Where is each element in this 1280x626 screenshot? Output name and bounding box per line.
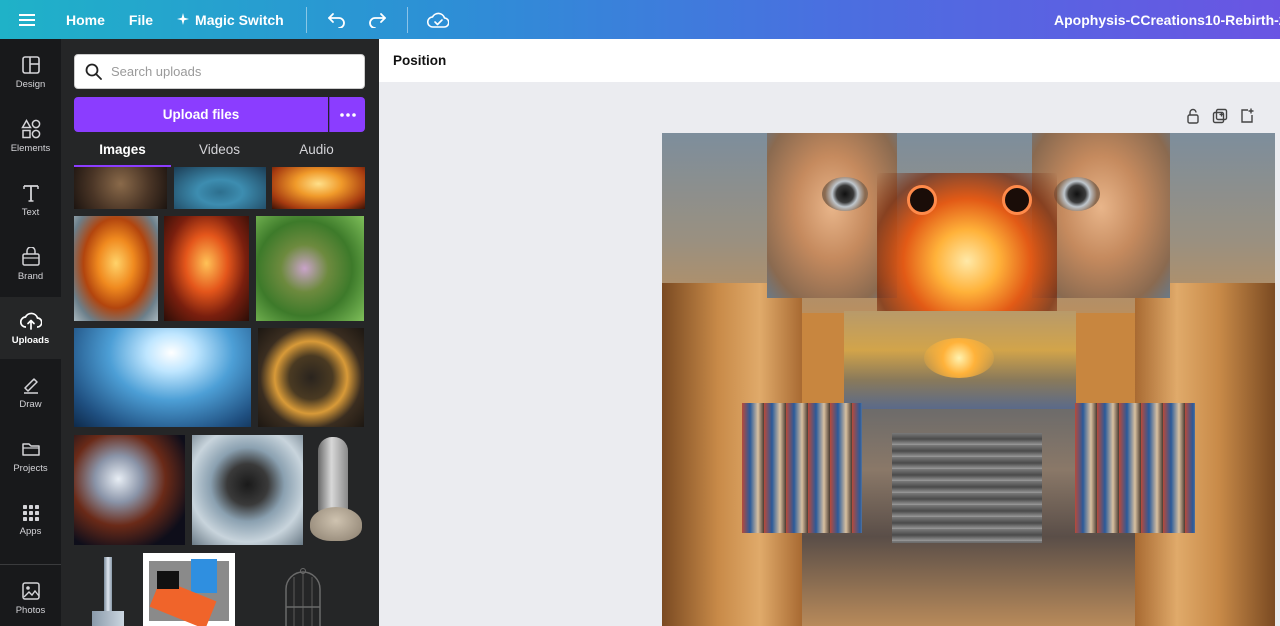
upload-thumbnail[interactable]	[74, 435, 185, 545]
home-button[interactable]: Home	[54, 0, 117, 39]
brand-icon	[21, 246, 40, 266]
text-icon	[22, 184, 39, 202]
search-input[interactable]	[111, 64, 351, 79]
collage-black	[157, 571, 179, 589]
divider	[406, 6, 408, 33]
upload-thumbnail[interactable]	[310, 435, 364, 545]
upload-thumbnail[interactable]	[74, 216, 158, 321]
file-menu-button[interactable]: File	[117, 0, 165, 39]
rail-item-draw[interactable]: Draw	[0, 361, 61, 423]
upload-files-button[interactable]: Upload files	[74, 97, 328, 132]
upload-thumbnail[interactable]	[276, 567, 330, 626]
art-flame-center	[924, 338, 994, 378]
cage-shape	[285, 568, 321, 626]
statue-base	[310, 507, 362, 541]
art-water-bands	[892, 433, 1042, 543]
media-tabs: Images Videos Audio	[74, 138, 365, 167]
more-options-icon[interactable]	[329, 97, 365, 132]
rail-item-photos[interactable]: Photos	[0, 567, 61, 626]
upload-thumbnail[interactable]	[74, 167, 167, 209]
rail-item-design[interactable]: Design	[0, 41, 61, 103]
rail-item-elements[interactable]: Elements	[0, 105, 61, 167]
rail-item-brand[interactable]: Brand	[0, 233, 61, 295]
art-figures-left	[742, 403, 862, 533]
art-figures-right	[1075, 403, 1195, 533]
tab-audio[interactable]: Audio	[268, 138, 365, 167]
upload-row: Upload files	[74, 97, 365, 132]
rail-label: Design	[15, 78, 46, 90]
upload-thumbnail[interactable]	[258, 328, 364, 427]
photo-icon	[21, 581, 40, 600]
magic-switch-button[interactable]: Magic Switch	[165, 0, 296, 39]
art-fire-ring-left	[907, 185, 937, 215]
search-box[interactable]	[74, 54, 365, 89]
folder-icon	[21, 442, 40, 456]
top-bar: Home File Magic Switch Apophysis-CCreati…	[0, 0, 1280, 39]
upload-thumbnail[interactable]	[192, 435, 303, 545]
rail-item-text[interactable]: Text	[0, 169, 61, 231]
redo-icon[interactable]	[357, 0, 397, 39]
tab-images[interactable]: Images	[74, 138, 171, 167]
statue-shape	[318, 437, 348, 515]
menu-icon[interactable]	[0, 0, 54, 39]
upload-thumbnail[interactable]	[174, 167, 266, 209]
context-toolbar: Position	[379, 39, 1280, 82]
cloud-upload-icon	[19, 312, 42, 330]
draw-icon	[23, 377, 38, 394]
rail-label: Draw	[19, 398, 42, 410]
position-button[interactable]: Position	[393, 53, 446, 68]
rail-divider	[0, 564, 61, 565]
lock-icon[interactable]	[1186, 108, 1200, 129]
duplicate-icon[interactable]	[1212, 108, 1228, 129]
art-eye-left	[822, 177, 868, 211]
rail-label: Text	[21, 206, 40, 218]
spire-base	[92, 611, 124, 626]
undo-icon[interactable]	[317, 0, 357, 39]
rail-item-uploads[interactable]: Uploads	[0, 297, 61, 359]
rail-label: Uploads	[11, 334, 50, 346]
document-title[interactable]: Apophysis-CCreations10-Rebirth-2-W	[1054, 0, 1280, 39]
design-icon	[21, 55, 40, 74]
upload-thumbnail[interactable]	[272, 167, 365, 209]
upload-thumbnail[interactable]	[74, 553, 142, 626]
collage-blue	[191, 559, 217, 593]
art-eye-right	[1054, 177, 1100, 211]
rail-label: Photos	[15, 604, 46, 616]
art-fire-ring-right	[1002, 185, 1032, 215]
page-tools	[1186, 108, 1254, 129]
uploads-panel: Upload files Images Videos Audio	[61, 39, 379, 626]
search-icon	[85, 63, 102, 80]
rail-item-projects[interactable]: Projects	[0, 425, 61, 487]
upload-thumbnail[interactable]	[74, 328, 251, 427]
tab-videos[interactable]: Videos	[171, 138, 268, 167]
upload-thumbnail[interactable]	[256, 216, 364, 321]
divider	[305, 6, 307, 33]
left-rail: Design Elements Text Brand Uploads Draw …	[0, 39, 61, 626]
rail-label: Elements	[10, 142, 51, 154]
rail-label: Brand	[17, 270, 44, 282]
upload-thumbnail[interactable]	[164, 216, 249, 321]
elements-icon	[20, 118, 40, 138]
sparkle-icon	[177, 12, 190, 28]
rail-item-apps[interactable]: Apps	[0, 489, 61, 551]
apps-grid-icon	[22, 504, 39, 521]
add-page-icon[interactable]	[1240, 108, 1254, 129]
cloud-saved-icon[interactable]	[418, 0, 458, 39]
upload-thumbnail[interactable]	[143, 553, 235, 626]
design-page-artwork[interactable]	[662, 133, 1275, 626]
rail-label: Apps	[19, 525, 42, 537]
rail-label: Projects	[13, 462, 48, 474]
magic-switch-label: Magic Switch	[195, 11, 284, 28]
